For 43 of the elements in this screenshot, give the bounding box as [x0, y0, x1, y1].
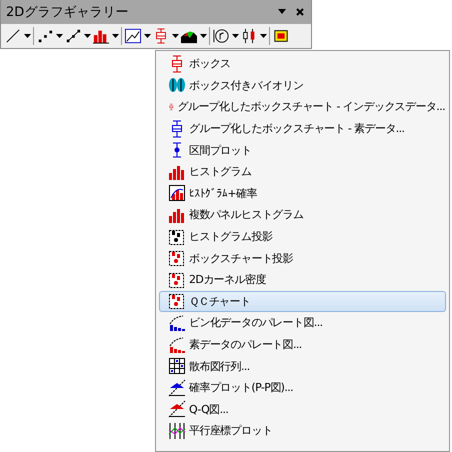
menu-item[interactable]: 複数パネルヒストグラム	[159, 204, 446, 226]
menu-item[interactable]: 区間プロット	[159, 139, 446, 161]
menu-item[interactable]: 散布図行列...	[159, 355, 446, 377]
violin-icon	[168, 76, 186, 94]
template-folder-icon[interactable]	[272, 28, 290, 44]
close-icon[interactable]	[295, 7, 305, 17]
pareto-icon	[168, 336, 186, 354]
dropdown-arrow-icon[interactable]	[260, 34, 267, 38]
parallel-icon	[168, 422, 186, 440]
circle-r-icon[interactable]	[212, 28, 230, 44]
dropdown-arrow-icon[interactable]	[144, 34, 151, 38]
window-title: 2Dグラフギャラリー	[6, 4, 130, 21]
dropdown-icon[interactable]	[277, 8, 287, 16]
dropdown-arrow-icon[interactable]	[84, 34, 91, 38]
menu-item[interactable]: ヒストグラム	[159, 160, 446, 183]
menu-item[interactable]: ボックス	[159, 53, 446, 75]
scatter-icon[interactable]	[36, 28, 54, 44]
line-symbol-icon[interactable]	[64, 28, 82, 44]
dropdown-arrow-icon[interactable]	[24, 34, 31, 38]
probability-icon	[168, 378, 186, 397]
menu-item[interactable]: ボックス付きバイオリン	[159, 74, 446, 96]
dropdown-arrow-icon[interactable]	[232, 34, 239, 38]
menu-item[interactable]: ボックスチャート投影	[159, 247, 446, 269]
menu-item[interactable]: ヒストグラム投影	[159, 226, 446, 248]
menu-item[interactable]: 2Dカーネル密度	[159, 268, 446, 291]
dropdown-arrow-icon[interactable]	[172, 34, 179, 38]
menu-item[interactable]: 素データのパレート図...	[159, 334, 446, 356]
plot-frame-icon[interactable]	[124, 28, 142, 44]
menu-item[interactable]: 確率プロット(P-P図)...	[159, 376, 446, 398]
menu-item[interactable]: ビン化データのパレート図...	[159, 312, 446, 334]
line-icon[interactable]	[4, 28, 22, 44]
menu-item[interactable]: 平行座標プロット	[159, 420, 446, 442]
probability-icon	[168, 400, 186, 418]
grid-icon	[168, 357, 186, 376]
menu-item[interactable]: グループ化したボックスチャート - 素データ...	[159, 118, 446, 140]
menu-item[interactable]: ＱＣチャート	[159, 290, 446, 312]
dropdown-arrow-icon[interactable]	[200, 34, 207, 38]
dropdown-arrow-icon[interactable]	[112, 34, 119, 38]
menu-item[interactable]: グループ化したボックスチャート - インデックスデータ...	[159, 96, 446, 118]
menu-item[interactable]: Q-Q図...	[159, 398, 446, 420]
dropdown-arrow-icon[interactable]	[56, 34, 63, 38]
menu-item[interactable]: ﾋｽﾄｸﾞﾗﾑ+確率	[159, 182, 446, 204]
pareto-icon	[168, 314, 186, 332]
